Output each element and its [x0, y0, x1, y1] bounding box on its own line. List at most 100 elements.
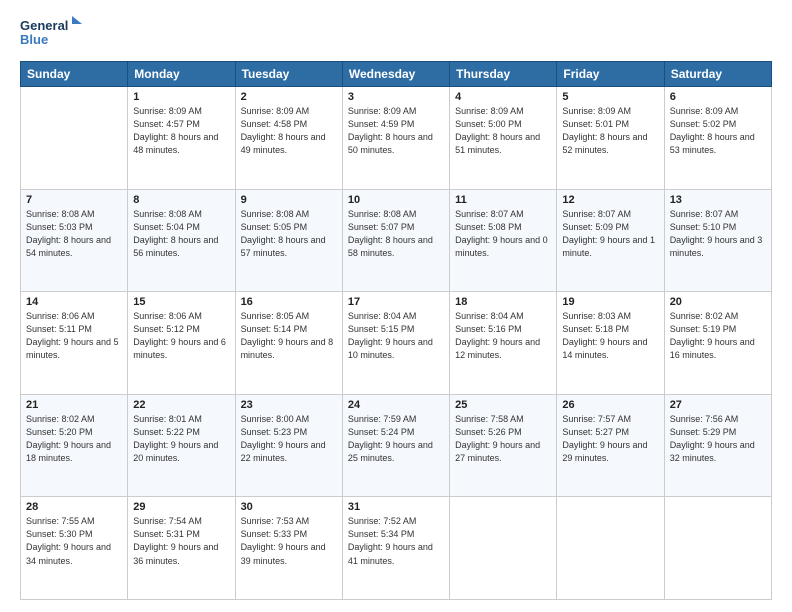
day-number: 25: [455, 399, 551, 411]
day-number: 7: [26, 194, 122, 206]
day-info: Sunrise: 7:55 AMSunset: 5:30 PMDaylight:…: [26, 515, 122, 567]
weekday-header-sunday: Sunday: [21, 62, 128, 87]
day-number: 13: [670, 194, 766, 206]
day-cell: 8 Sunrise: 8:08 AMSunset: 5:04 PMDaylight…: [128, 189, 235, 292]
day-cell: 9 Sunrise: 8:08 AMSunset: 5:05 PMDaylight…: [235, 189, 342, 292]
day-number: 30: [241, 501, 337, 513]
day-info: Sunrise: 8:08 AMSunset: 5:04 PMDaylight:…: [133, 208, 229, 260]
day-cell: 20Sunrise: 8:02 AMSunset: 5:19 PMDayligh…: [664, 292, 771, 395]
day-info: Sunrise: 8:09 AMSunset: 5:01 PMDaylight:…: [562, 105, 658, 157]
day-info: Sunrise: 8:06 AMSunset: 5:11 PMDaylight:…: [26, 310, 122, 362]
weekday-header-wednesday: Wednesday: [342, 62, 449, 87]
svg-text:General: General: [20, 18, 68, 33]
day-info: Sunrise: 8:09 AMSunset: 4:59 PMDaylight:…: [348, 105, 444, 157]
logo: GeneralBlue: [20, 16, 90, 51]
day-info: Sunrise: 7:53 AMSunset: 5:33 PMDaylight:…: [241, 515, 337, 567]
weekday-header-monday: Monday: [128, 62, 235, 87]
day-cell: [664, 497, 771, 600]
day-info: Sunrise: 8:05 AMSunset: 5:14 PMDaylight:…: [241, 310, 337, 362]
day-number: 3: [348, 91, 444, 103]
week-row-3: 14 Sunrise: 8:06 AMSunset: 5:11 PMDayligh…: [21, 292, 772, 395]
day-cell: 23 Sunrise: 8:00 AMSunset: 5:23 PMDayligh…: [235, 394, 342, 497]
day-info: Sunrise: 8:07 AMSunset: 5:09 PMDaylight:…: [562, 208, 658, 260]
day-cell: 17 Sunrise: 8:04 AMSunset: 5:15 PMDayligh…: [342, 292, 449, 395]
day-cell: 5 Sunrise: 8:09 AMSunset: 5:01 PMDaylight…: [557, 87, 664, 190]
day-number: 21: [26, 399, 122, 411]
week-row-4: 21 Sunrise: 8:02 AMSunset: 5:20 PMDayligh…: [21, 394, 772, 497]
day-cell: 4Sunrise: 8:09 AMSunset: 5:00 PMDaylight…: [450, 87, 557, 190]
day-number: 31: [348, 501, 444, 513]
day-number: 8: [133, 194, 229, 206]
day-cell: 24 Sunrise: 7:59 AMSunset: 5:24 PMDayligh…: [342, 394, 449, 497]
day-number: 6: [670, 91, 766, 103]
day-number: 5: [562, 91, 658, 103]
day-cell: 13 Sunrise: 8:07 AMSunset: 5:10 PMDayligh…: [664, 189, 771, 292]
header: GeneralBlue: [20, 16, 772, 51]
day-number: 19: [562, 296, 658, 308]
day-number: 27: [670, 399, 766, 411]
weekday-header-thursday: Thursday: [450, 62, 557, 87]
day-cell: 22 Sunrise: 8:01 AMSunset: 5:22 PMDayligh…: [128, 394, 235, 497]
day-cell: 16 Sunrise: 8:05 AMSunset: 5:14 PMDayligh…: [235, 292, 342, 395]
weekday-header-tuesday: Tuesday: [235, 62, 342, 87]
day-info: Sunrise: 8:08 AMSunset: 5:05 PMDaylight:…: [241, 208, 337, 260]
day-number: 22: [133, 399, 229, 411]
day-cell: 12 Sunrise: 8:07 AMSunset: 5:09 PMDayligh…: [557, 189, 664, 292]
day-info: Sunrise: 8:09 AMSunset: 5:02 PMDaylight:…: [670, 105, 766, 157]
day-info: Sunrise: 8:02 AMSunset: 5:20 PMDaylight:…: [26, 413, 122, 465]
day-info: Sunrise: 8:08 AMSunset: 5:07 PMDaylight:…: [348, 208, 444, 260]
day-number: 24: [348, 399, 444, 411]
weekday-header-saturday: Saturday: [664, 62, 771, 87]
day-cell: [450, 497, 557, 600]
day-info: Sunrise: 8:07 AMSunset: 5:08 PMDaylight:…: [455, 208, 551, 260]
day-number: 20: [670, 296, 766, 308]
day-cell: 19Sunrise: 8:03 AMSunset: 5:18 PMDayligh…: [557, 292, 664, 395]
day-number: 10: [348, 194, 444, 206]
page: GeneralBlue SundayMondayTuesdayWednesday…: [0, 0, 792, 612]
day-number: 17: [348, 296, 444, 308]
day-cell: 6 Sunrise: 8:09 AMSunset: 5:02 PMDaylight…: [664, 87, 771, 190]
day-info: Sunrise: 8:01 AMSunset: 5:22 PMDaylight:…: [133, 413, 229, 465]
weekday-header-friday: Friday: [557, 62, 664, 87]
day-number: 14: [26, 296, 122, 308]
day-cell: 7 Sunrise: 8:08 AMSunset: 5:03 PMDaylight…: [21, 189, 128, 292]
day-number: 1: [133, 91, 229, 103]
day-cell: 21 Sunrise: 8:02 AMSunset: 5:20 PMDayligh…: [21, 394, 128, 497]
svg-text:Blue: Blue: [20, 32, 48, 47]
week-row-5: 28 Sunrise: 7:55 AMSunset: 5:30 PMDayligh…: [21, 497, 772, 600]
logo-svg: GeneralBlue: [20, 16, 90, 51]
week-row-1: 1Sunrise: 8:09 AMSunset: 4:57 PMDaylight…: [21, 87, 772, 190]
day-number: 16: [241, 296, 337, 308]
day-number: 12: [562, 194, 658, 206]
day-number: 26: [562, 399, 658, 411]
day-cell: 10 Sunrise: 8:08 AMSunset: 5:07 PMDayligh…: [342, 189, 449, 292]
day-number: 2: [241, 91, 337, 103]
day-cell: 3 Sunrise: 8:09 AMSunset: 4:59 PMDaylight…: [342, 87, 449, 190]
day-info: Sunrise: 8:00 AMSunset: 5:23 PMDaylight:…: [241, 413, 337, 465]
day-info: Sunrise: 8:04 AMSunset: 5:15 PMDaylight:…: [348, 310, 444, 362]
day-cell: 27Sunrise: 7:56 AMSunset: 5:29 PMDayligh…: [664, 394, 771, 497]
day-info: Sunrise: 8:06 AMSunset: 5:12 PMDaylight:…: [133, 310, 229, 362]
day-cell: 26Sunrise: 7:57 AMSunset: 5:27 PMDayligh…: [557, 394, 664, 497]
day-number: 23: [241, 399, 337, 411]
day-cell: 30 Sunrise: 7:53 AMSunset: 5:33 PMDayligh…: [235, 497, 342, 600]
calendar-table: SundayMondayTuesdayWednesdayThursdayFrid…: [20, 61, 772, 600]
day-number: 15: [133, 296, 229, 308]
day-number: 28: [26, 501, 122, 513]
day-cell: [557, 497, 664, 600]
day-info: Sunrise: 7:52 AMSunset: 5:34 PMDaylight:…: [348, 515, 444, 567]
day-info: Sunrise: 7:58 AMSunset: 5:26 PMDaylight:…: [455, 413, 551, 465]
day-info: Sunrise: 8:08 AMSunset: 5:03 PMDaylight:…: [26, 208, 122, 260]
day-cell: 25 Sunrise: 7:58 AMSunset: 5:26 PMDayligh…: [450, 394, 557, 497]
day-info: Sunrise: 8:04 AMSunset: 5:16 PMDaylight:…: [455, 310, 551, 362]
day-cell: 15 Sunrise: 8:06 AMSunset: 5:12 PMDayligh…: [128, 292, 235, 395]
day-cell: [21, 87, 128, 190]
day-info: Sunrise: 8:07 AMSunset: 5:10 PMDaylight:…: [670, 208, 766, 260]
day-info: Sunrise: 7:59 AMSunset: 5:24 PMDaylight:…: [348, 413, 444, 465]
day-number: 9: [241, 194, 337, 206]
day-cell: 18Sunrise: 8:04 AMSunset: 5:16 PMDayligh…: [450, 292, 557, 395]
day-number: 11: [455, 194, 551, 206]
day-cell: 28 Sunrise: 7:55 AMSunset: 5:30 PMDayligh…: [21, 497, 128, 600]
day-info: Sunrise: 7:54 AMSunset: 5:31 PMDaylight:…: [133, 515, 229, 567]
day-cell: 2Sunrise: 8:09 AMSunset: 4:58 PMDaylight…: [235, 87, 342, 190]
